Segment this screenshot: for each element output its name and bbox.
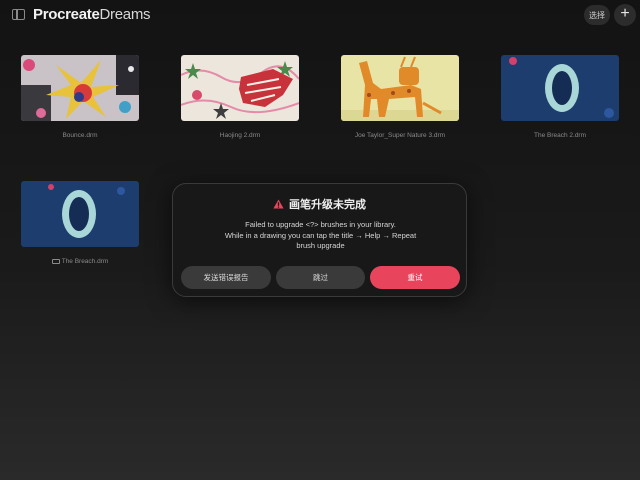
gallery-item-title: The Breach 2.drm bbox=[533, 132, 587, 139]
skip-button[interactable]: 跳过 bbox=[276, 266, 365, 289]
upgrade-failed-dialog: 画笔升级未完成 Failed to upgrade <?> brushes in… bbox=[172, 183, 467, 297]
thumbnail-artwork bbox=[21, 55, 139, 121]
gallery-item-title: Bounce.drm bbox=[62, 132, 98, 139]
dialog-title: 画笔升级未完成 bbox=[289, 199, 366, 211]
thumbnail-artwork bbox=[181, 55, 299, 121]
thumbnail-artwork bbox=[21, 181, 139, 247]
cloud-sync-icon bbox=[51, 258, 60, 264]
dialog-message-line: Failed to upgrade <?> brushes in your li… bbox=[245, 220, 396, 229]
send-error-report-button[interactable]: 发送错误报告 bbox=[181, 266, 271, 289]
dialog-message-line: While in a drawing you can tap the title… bbox=[224, 230, 417, 240]
add-button[interactable]: + bbox=[614, 4, 636, 26]
dialog-message: Failed to upgrade <?> brushes in your li… bbox=[193, 220, 448, 252]
gallery-thumbnail-super-nature[interactable] bbox=[341, 55, 459, 121]
gallery-item-title: Haojing 2.drm bbox=[219, 132, 261, 139]
gallery-thumbnail-haojing[interactable] bbox=[181, 55, 299, 121]
gallery-thumbnail-breach-2[interactable] bbox=[501, 55, 619, 121]
thumbnail-artwork bbox=[501, 55, 619, 121]
gallery-thumbnail-breach[interactable] bbox=[21, 181, 139, 247]
select-button[interactable]: 选择 bbox=[584, 5, 610, 25]
dialog-message-line: brush upgrade bbox=[296, 241, 345, 250]
app-title: ProcreateDreams bbox=[33, 6, 151, 23]
warning-icon bbox=[273, 199, 284, 209]
retry-button[interactable]: 重试 bbox=[370, 266, 460, 289]
gallery-item-title-text: The Breach.drm bbox=[61, 258, 109, 265]
dialog-title-row: 画笔升级未完成 bbox=[173, 196, 466, 212]
top-bar: ProcreateDreams 选择 + bbox=[0, 0, 640, 32]
app-brand: Procreate bbox=[33, 6, 100, 23]
sidebar-toggle-icon[interactable] bbox=[12, 9, 25, 20]
gallery-thumbnail-bounce[interactable] bbox=[21, 55, 139, 121]
gallery-item-title: The Breach.drm bbox=[10, 258, 150, 265]
app-product: Dreams bbox=[99, 6, 151, 23]
gallery-item-title: Joe Taylor_Super Nature 3.drm bbox=[354, 132, 446, 139]
thumbnail-artwork bbox=[341, 55, 459, 121]
